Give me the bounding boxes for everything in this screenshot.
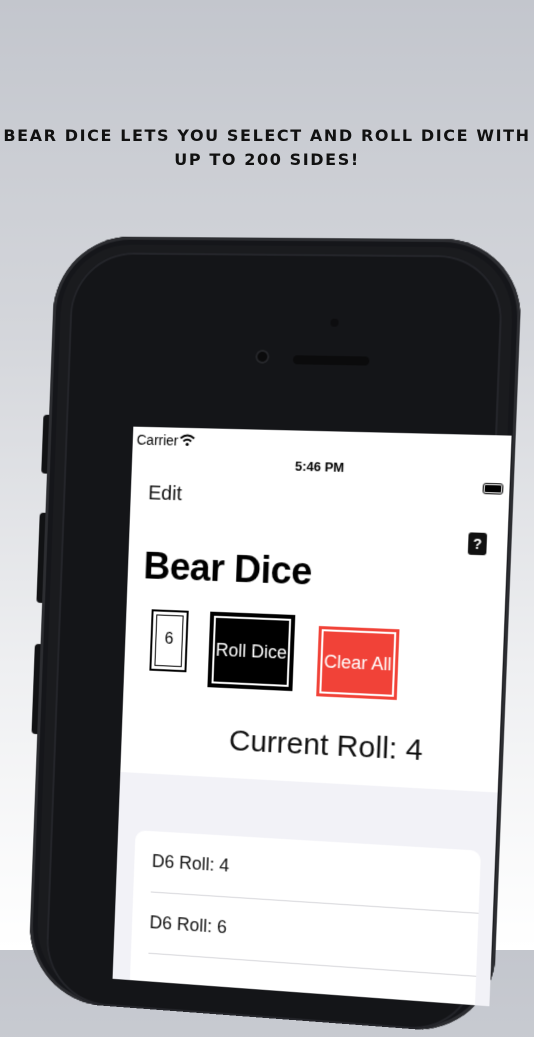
carrier-label: Carrier (136, 432, 178, 449)
wifi-icon (179, 434, 195, 446)
phone-body: Carrier 5:46 PM Edit ? Bear Dice 6 Roll … (27, 236, 523, 1035)
status-time: 5:46 PM (295, 459, 345, 475)
roll-label: D6 Roll: 4 (152, 851, 230, 877)
battery-icon (482, 483, 503, 495)
front-camera-icon (255, 350, 269, 364)
app-screen: Carrier 5:46 PM Edit ? Bear Dice 6 Roll … (113, 427, 512, 1007)
phone-mockup: Carrier 5:46 PM Edit ? Bear Dice 6 Roll … (0, 0, 534, 968)
phone-bezel: Carrier 5:46 PM Edit ? Bear Dice 6 Roll … (44, 252, 504, 1034)
current-roll-label: Current Roll: 4 (228, 724, 423, 768)
dice-sides-selector[interactable]: 6 (149, 609, 188, 672)
clear-all-button[interactable]: Clear All (316, 626, 399, 700)
earpiece-speaker (293, 355, 370, 365)
page-title: Bear Dice (143, 546, 313, 595)
edit-button[interactable]: Edit (148, 482, 182, 506)
roll-dice-button[interactable]: Roll Dice (207, 612, 295, 691)
roll-label: D6 Roll: 6 (149, 912, 227, 938)
dice-sides-value: 6 (152, 630, 186, 649)
proximity-sensor (330, 319, 338, 327)
status-bar: Carrier 5:46 PM (132, 427, 512, 473)
help-button[interactable]: ? (468, 532, 487, 555)
roll-history-list: D6 Roll: 4 D6 Roll: 6 (128, 830, 481, 1006)
